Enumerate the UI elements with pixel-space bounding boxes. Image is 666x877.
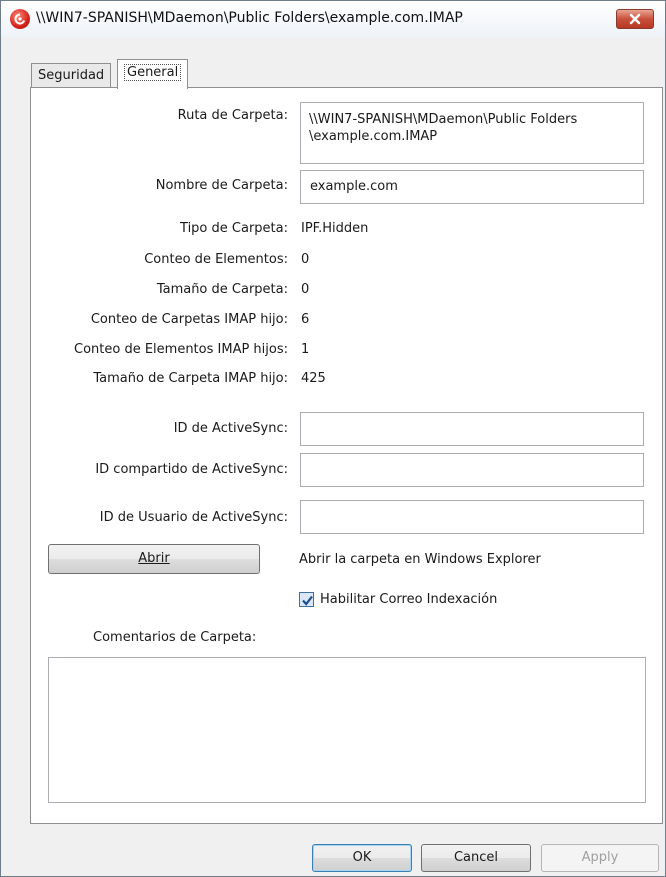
tipo-label: Tipo de Carpeta: bbox=[180, 221, 288, 236]
conteo-carpetas-imap-value: 6 bbox=[301, 312, 310, 327]
ruta-line-1: \\WIN7-SPANISH\MDaemon\Public Folders bbox=[309, 112, 578, 127]
apply-button[interactable]: Apply bbox=[541, 844, 659, 872]
title-bar[interactable]: \\WIN7-SPANISH\MDaemon\Public Folders\ex… bbox=[1, 1, 665, 37]
tamano-label: Tamaño de Carpeta: bbox=[156, 282, 288, 297]
abrir-button-label: Abrir bbox=[138, 551, 170, 566]
dialog-window: \\WIN7-SPANISH\MDaemon\Public Folders \ex… bbox=[0, 0, 666, 877]
ruta-label: Ruta de Carpeta: bbox=[177, 108, 288, 123]
close-icon bbox=[629, 13, 641, 25]
abrir-description: Abrir la carpeta en Windows Explorer bbox=[299, 552, 541, 567]
indexacion-checkbox[interactable] bbox=[299, 592, 314, 607]
ruta-field[interactable]: \\WIN7-SPANISH\MDaemon\Public Folders \e… bbox=[300, 102, 644, 164]
tamano-imap-label: Tamaño de Carpeta IMAP hijo: bbox=[93, 371, 288, 386]
conteo-elementos-imap-value: 1 bbox=[301, 342, 310, 357]
tamano-imap-value: 425 bbox=[301, 371, 326, 386]
indexacion-label[interactable]: Habilitar Correo Indexación bbox=[320, 592, 497, 607]
nombre-field[interactable]: example.com bbox=[300, 170, 644, 204]
cancel-button[interactable]: Cancel bbox=[421, 844, 531, 872]
tamano-value: 0 bbox=[301, 282, 310, 297]
abrir-button[interactable]: Abrir bbox=[48, 544, 260, 574]
nombre-label: Nombre de Carpeta: bbox=[155, 178, 288, 193]
window-title: \\WIN7-SPANISH\MDaemon\Public Folders\ex… bbox=[36, 10, 463, 26]
conteo-carpetas-imap-label: Conteo de Carpetas IMAP hijo: bbox=[90, 312, 288, 327]
activesync-user-field[interactable] bbox=[300, 500, 644, 534]
tab-seguridad[interactable]: Seguridad bbox=[31, 63, 112, 87]
ok-button[interactable]: OK bbox=[312, 844, 412, 872]
conteo-elementos-imap-label: Conteo de Elementos IMAP hijos: bbox=[74, 342, 288, 357]
tipo-value: IPF.Hidden bbox=[301, 221, 369, 236]
comentarios-label: Comentarios de Carpeta: bbox=[93, 630, 257, 645]
activesync-shared-label: ID compartido de ActiveSync: bbox=[95, 462, 288, 477]
conteo-value: 0 bbox=[301, 252, 310, 267]
tab-general[interactable]: General bbox=[117, 59, 189, 89]
activesync-id-label: ID de ActiveSync: bbox=[173, 421, 288, 436]
conteo-label: Conteo de Elementos: bbox=[144, 252, 288, 267]
ruta-line-2: \example.com.IMAP bbox=[309, 129, 438, 144]
activesync-user-label: ID de Usuario de ActiveSync: bbox=[99, 510, 288, 525]
tab-general-label: General bbox=[124, 64, 182, 81]
comentarios-textarea[interactable] bbox=[48, 657, 646, 803]
activesync-id-field[interactable] bbox=[300, 412, 644, 446]
app-icon[interactable] bbox=[10, 9, 30, 29]
checkmark-icon bbox=[302, 595, 313, 606]
close-button[interactable] bbox=[616, 9, 654, 29]
activesync-shared-field[interactable] bbox=[300, 453, 644, 487]
